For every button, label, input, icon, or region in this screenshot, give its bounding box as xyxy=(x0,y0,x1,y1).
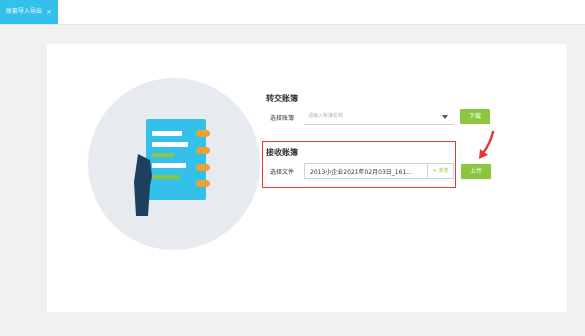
tab-label: 账套导入导出 xyxy=(6,8,43,15)
tab-account-import-export[interactable]: 账套导入导出 × xyxy=(0,0,58,24)
select-book-label: 选择账簿 xyxy=(270,115,295,122)
download-button[interactable]: 下载 xyxy=(460,109,490,124)
select-file-label: 选择文件 xyxy=(270,169,295,176)
notebook-icon xyxy=(134,119,210,216)
file-path-field[interactable]: 2013小企业2021年02月03日_161... xyxy=(304,163,428,179)
transfer-title: 转交账簿 xyxy=(266,94,298,103)
hand-icon xyxy=(134,154,152,216)
chevron-down-icon[interactable] xyxy=(442,115,448,119)
upload-button[interactable]: 上传 xyxy=(461,164,491,179)
tab-bar: 账套导入导出 × xyxy=(0,0,585,25)
file-path-value: 2013小企业2021年02月03日_161... xyxy=(310,169,412,176)
book-select-placeholder: 请输入账簿名称 xyxy=(308,113,344,119)
book-select[interactable]: 请输入账簿名称 xyxy=(304,108,454,125)
receive-title: 接收账簿 xyxy=(266,148,298,157)
arrow-icon xyxy=(479,130,495,159)
browse-button[interactable]: + 浏览 xyxy=(428,163,454,179)
close-icon[interactable]: × xyxy=(46,0,52,24)
